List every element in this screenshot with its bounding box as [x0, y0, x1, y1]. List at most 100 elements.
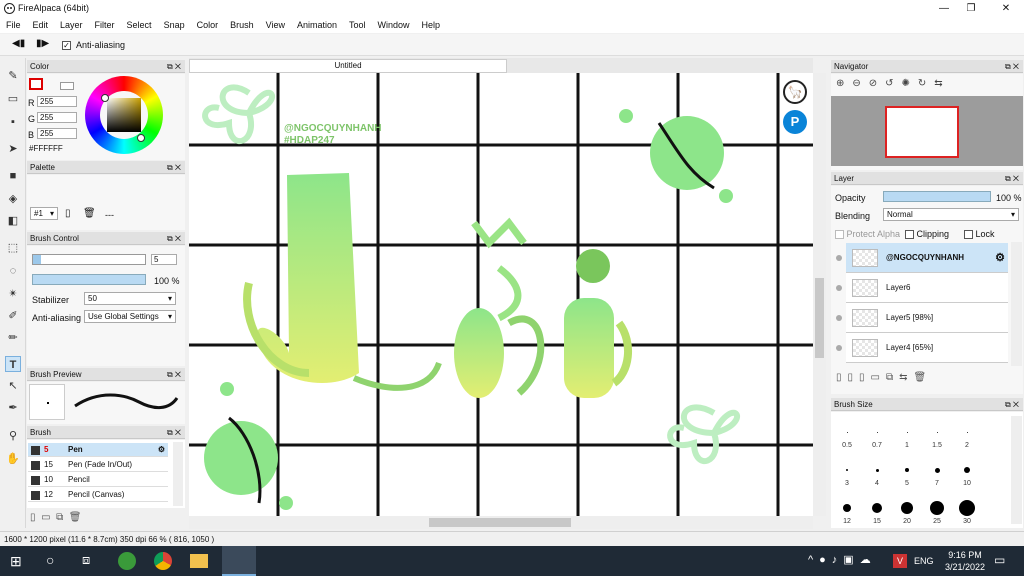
brush-size-cell[interactable]: 0.5 — [832, 418, 862, 454]
color-wheel[interactable] — [85, 76, 163, 154]
protect-alpha-checkbox[interactable]: Protect Alpha — [835, 229, 900, 240]
brush-item[interactable]: 15 Pen (Fade In/Out) — [28, 458, 168, 472]
maximize-button[interactable]: ❐ — [955, 0, 987, 17]
layer-visibility-icon[interactable] — [833, 273, 845, 303]
menu-window[interactable]: Window — [372, 17, 416, 33]
menu-file[interactable]: File — [0, 17, 27, 33]
brush-size-cell[interactable]: 30 — [952, 494, 982, 530]
hand-tool-icon[interactable]: ✋ — [5, 451, 21, 467]
clock-time[interactable]: 9:16 PM — [945, 550, 985, 560]
layer-panel-footer[interactable]: ▯▯▯▭⧉⇆🗑 — [836, 372, 932, 383]
lock-checkbox[interactable]: Lock — [964, 229, 995, 240]
brush-item[interactable]: 5 Pen ⚙ — [28, 443, 168, 457]
brush-size-cell[interactable]: 7 — [922, 456, 952, 492]
panel-controls-icon[interactable]: ⧉ ✕ — [1005, 398, 1019, 411]
brush-item[interactable]: 10 Pencil — [28, 473, 168, 487]
layer-visibility-icon[interactable] — [833, 333, 845, 363]
menu-brush[interactable]: Brush — [224, 17, 260, 33]
magic-wand-icon[interactable]: ✴ — [5, 286, 21, 302]
layer-visibility-icon[interactable] — [833, 243, 845, 273]
brush-size-cell[interactable]: 15 — [862, 494, 892, 530]
panel-controls-icon[interactable]: ⧉ ✕ — [1005, 60, 1019, 73]
layer-visibility-icon[interactable] — [833, 303, 845, 333]
layer-row[interactable]: Layer5 [98%] — [846, 303, 1008, 333]
text-tool-icon[interactable]: T — [5, 356, 21, 372]
eyedropper-icon[interactable]: ⚲ — [5, 428, 21, 444]
brush-size-cell[interactable]: 0.7 — [862, 418, 892, 454]
layer-list-scrollbar[interactable] — [1011, 242, 1022, 366]
vertical-scrollbar[interactable] — [813, 73, 826, 516]
bucket-tool-icon[interactable]: ◈ — [5, 191, 21, 207]
opacity-slider[interactable] — [32, 274, 146, 285]
close-button[interactable]: ✕ — [990, 0, 1022, 17]
menu-color[interactable]: Color — [191, 17, 225, 33]
navigator-tools[interactable]: ⊕⊖⊘↺✺↻⇆ — [836, 78, 951, 89]
app-icon-green[interactable] — [118, 552, 136, 570]
size-slider[interactable] — [32, 254, 146, 265]
search-icon[interactable]: ○ — [46, 552, 54, 568]
brush-settings-icon[interactable]: ⚙ — [158, 443, 165, 457]
new-palette-icon[interactable]: ▯ — [65, 208, 71, 219]
firealpaca-taskbar-icon[interactable] — [222, 546, 256, 576]
layer-row[interactable]: @NGOCQUYNHANH ⚙ — [846, 243, 1008, 273]
stabilizer-select[interactable]: 50 — [84, 292, 176, 305]
menu-edit[interactable]: Edit — [27, 17, 55, 33]
next-icon[interactable]: ▮▶ — [36, 38, 49, 49]
folder-icon[interactable]: ▭ — [41, 512, 50, 523]
new-brush-icon[interactable]: ▯ — [30, 512, 36, 523]
lasso-tool-icon[interactable]: ◌ — [5, 263, 21, 279]
menu-tool[interactable]: Tool — [343, 17, 372, 33]
document-tab[interactable]: Untitled — [189, 59, 507, 73]
layer-row[interactable]: Layer6 — [846, 273, 1008, 303]
fill-rect-icon[interactable]: ■ — [5, 168, 21, 184]
brush-size-scrollbar[interactable] — [1011, 416, 1022, 524]
palette-set-select[interactable]: #1 — [30, 207, 58, 220]
pen-alt-icon[interactable]: ✒ — [5, 400, 21, 416]
pen-tool-icon[interactable]: ✎ — [5, 68, 21, 84]
brush-size-cell[interactable]: 10 — [952, 456, 982, 492]
canvas[interactable]: @NGOCQUYNHANH #HDAP247 — [189, 73, 813, 516]
brush-size-cell[interactable]: 5 — [892, 456, 922, 492]
g-input[interactable]: 255 — [37, 112, 77, 123]
menu-snap[interactable]: Snap — [158, 17, 191, 33]
menu-animation[interactable]: Animation — [291, 17, 343, 33]
panel-controls-icon[interactable]: ⧉ ✕ — [167, 232, 181, 245]
brush-size-cell[interactable]: 4 — [862, 456, 892, 492]
horizontal-scrollbar[interactable] — [189, 516, 813, 529]
select-eraser-icon[interactable]: ✏ — [5, 330, 21, 346]
blending-select[interactable]: Normal — [883, 208, 1019, 221]
tray-icons[interactable]: ^●♪▣☁ — [808, 553, 877, 566]
move-tool-icon[interactable]: ➤ — [5, 141, 21, 157]
dot-tool-icon[interactable]: ▪ — [5, 114, 21, 130]
tray-app-icon[interactable]: V — [893, 554, 907, 568]
brush-list-scrollbar[interactable] — [173, 442, 183, 506]
brush-size-cell[interactable]: 25 — [922, 494, 952, 530]
brush-size-cell[interactable]: 1 — [892, 418, 922, 454]
anti-aliasing-checkbox[interactable]: ✓ — [62, 40, 71, 51]
file-explorer-icon[interactable] — [190, 554, 208, 568]
notification-icon[interactable]: ▭ — [994, 553, 1005, 567]
clipping-checkbox[interactable]: Clipping — [905, 229, 949, 240]
saturation-square[interactable] — [107, 98, 141, 132]
windows-start-icon[interactable]: ⊞ — [10, 553, 22, 570]
panel-controls-icon[interactable]: ⧉ ✕ — [167, 60, 181, 73]
chrome-icon[interactable] — [154, 552, 172, 570]
color-picker-handle[interactable] — [137, 134, 145, 142]
primary-color-swatch[interactable] — [29, 78, 43, 90]
pixiv-icon[interactable]: P — [783, 110, 807, 134]
panel-controls-icon[interactable]: ⧉ ✕ — [167, 368, 181, 381]
select-pen-icon[interactable]: ✐ — [5, 308, 21, 324]
menu-layer[interactable]: Layer — [54, 17, 89, 33]
brush-size-cell[interactable]: 1.5 — [922, 418, 952, 454]
language-indicator[interactable]: ENG — [914, 556, 934, 566]
alpaca-icon[interactable]: 🦙 — [783, 80, 807, 104]
task-view-icon[interactable]: ⧈ — [82, 552, 90, 568]
layer-row[interactable]: Layer4 [65%] — [846, 333, 1008, 363]
brush-size-cell[interactable]: 12 — [832, 494, 862, 530]
layer-settings-icon[interactable]: ⚙ — [995, 251, 1005, 264]
brush-item[interactable]: 12 Pencil (Canvas) — [28, 488, 168, 502]
gradient-tool-icon[interactable]: ◧ — [5, 213, 21, 229]
layer-opacity-slider[interactable] — [883, 191, 991, 202]
menu-help[interactable]: Help — [416, 17, 447, 33]
menu-select[interactable]: Select — [121, 17, 158, 33]
